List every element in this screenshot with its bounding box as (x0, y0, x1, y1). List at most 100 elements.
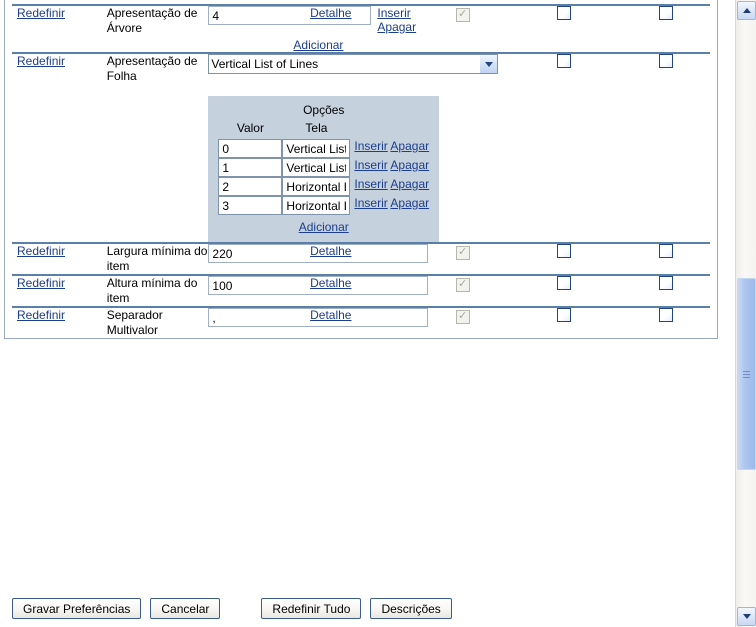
insert-link[interactable]: Inserir (354, 177, 387, 191)
insert-link[interactable]: Inserir (354, 196, 387, 210)
preferences-table: Redefinir Conectar cabos a itens Verdade… (5, 0, 717, 338)
table-row: Inserir Apagar (218, 196, 429, 215)
checkbox-cell-2 (514, 54, 616, 242)
field-cell: Inserir Apagar Adicionar (208, 6, 310, 52)
checkbox-cell-3 (615, 244, 717, 274)
checkbox-cell-3 (615, 54, 717, 242)
checkbox-option-b[interactable] (659, 54, 673, 68)
options-table: Valor Tela (218, 121, 429, 215)
field-cell (208, 276, 310, 306)
delete-link[interactable]: Apagar (390, 196, 429, 210)
checkbox-cell-2 (514, 6, 616, 52)
valor-cell (218, 139, 282, 158)
row-links: Inserir Apagar (377, 6, 416, 34)
option-row-links: Inserir Apagar (350, 177, 429, 196)
checkbox-option-b[interactable] (659, 276, 673, 290)
valor-cell (218, 177, 282, 196)
checkbox-locked: ✓ (456, 246, 470, 260)
reset-cell: Redefinir (5, 276, 107, 306)
option-valor-input[interactable] (218, 196, 282, 215)
option-tela-input[interactable] (282, 177, 350, 196)
cancel-button[interactable]: Cancelar (150, 598, 220, 619)
label-cell: Altura mínima do item (107, 276, 209, 306)
checkbox-option-a[interactable] (557, 6, 571, 20)
checkbox-option-a[interactable] (557, 276, 571, 290)
reset-all-button[interactable]: Redefinir Tudo (261, 598, 361, 619)
reset-link[interactable]: Redefinir (17, 6, 65, 20)
add-link[interactable]: Adicionar (293, 38, 343, 52)
option-tela-input[interactable] (282, 196, 350, 215)
label-cell: Apresentação de Árvore (107, 6, 209, 52)
checkbox-option-a[interactable] (557, 244, 571, 258)
column-header-valor: Valor (218, 121, 282, 139)
checkbox-cell-3 (615, 308, 717, 338)
pref-label: Separador Multivalor (107, 308, 163, 337)
scroll-up-button[interactable] (737, 1, 756, 20)
field-cell (208, 244, 310, 274)
chevron-down-icon (743, 614, 751, 619)
field-cell (208, 308, 310, 338)
checkbox-cell-1: ✓ (412, 6, 514, 52)
valor-cell (218, 196, 282, 215)
table-row: Inserir Apagar (218, 158, 429, 177)
checkbox-locked: ✓ (456, 8, 470, 22)
descriptions-button[interactable]: Descrições (370, 598, 451, 619)
apresentacao-folha-select-wrap: Vertical List of Lines (208, 54, 498, 74)
reset-link[interactable]: Redefinir (17, 54, 65, 68)
valor-cell (218, 158, 282, 177)
detail-link[interactable]: Detalhe (310, 244, 351, 258)
add-link[interactable]: Adicionar (299, 220, 349, 234)
delete-link[interactable]: Apagar (390, 139, 429, 153)
checkbox-cell-2 (514, 308, 616, 338)
field-cell: Vertical List of Lines Opções Valor Tela (208, 54, 310, 242)
option-valor-input[interactable] (218, 139, 282, 158)
reset-link[interactable]: Redefinir (17, 276, 65, 290)
pref-label: Tempo de Espera do Menu (107, 0, 201, 3)
checkbox-option-a[interactable] (557, 54, 571, 68)
pref-row-apresentacao-folha: Redefinir Apresentação de Folha Vertical… (5, 54, 717, 242)
reset-link[interactable]: Redefinir (17, 308, 65, 322)
vertical-scrollbar[interactable] (735, 0, 756, 627)
delete-link[interactable]: Apagar (390, 158, 429, 172)
insert-link[interactable]: Inserir (354, 158, 387, 172)
checkbox-cell-3 (615, 276, 717, 306)
checkbox-option-b[interactable] (659, 6, 673, 20)
pref-label: Altura mínima do item (107, 276, 198, 305)
pref-label: Apresentação de Folha (107, 54, 198, 83)
pref-label: Largura mínima do item (107, 244, 208, 273)
column-header-actions (350, 121, 429, 139)
label-cell: Separador Multivalor (107, 308, 209, 338)
tela-cell (282, 196, 350, 215)
detail-link[interactable]: Detalhe (310, 308, 351, 322)
checkbox-option-b[interactable] (659, 308, 673, 322)
reset-cell: Redefinir (5, 6, 107, 52)
option-valor-input[interactable] (218, 177, 282, 196)
option-tela-input[interactable] (282, 139, 350, 158)
column-header-tela: Tela (282, 121, 350, 139)
table-row: Inserir Apagar (218, 177, 429, 196)
checkbox-option-b[interactable] (659, 244, 673, 258)
grip-icon (743, 369, 750, 380)
detail-link[interactable]: Detalhe (310, 276, 351, 290)
insert-link[interactable]: Inserir (377, 6, 410, 20)
apresentacao-folha-select[interactable]: Vertical List of Lines (208, 54, 498, 74)
preferences-form: Redefinir Conectar cabos a itens Verdade… (4, 0, 718, 339)
option-tela-input[interactable] (282, 158, 350, 177)
option-row-links: Inserir Apagar (350, 139, 429, 158)
checkbox-option-a[interactable] (557, 308, 571, 322)
checkbox-locked: ✓ (456, 278, 470, 292)
delete-link[interactable]: Apagar (390, 177, 429, 191)
scroll-down-button[interactable] (737, 607, 756, 626)
scrollbar-thumb[interactable] (737, 278, 756, 470)
tela-cell (282, 177, 350, 196)
save-preferences-button[interactable]: Gravar Preferências (12, 598, 141, 619)
delete-link[interactable]: Apagar (377, 20, 416, 34)
reset-link[interactable]: Redefinir (17, 244, 65, 258)
insert-link[interactable]: Inserir (354, 139, 387, 153)
option-valor-input[interactable] (218, 158, 282, 177)
detail-link[interactable]: Detalhe (310, 6, 351, 20)
subpanel-add-row: Adicionar (218, 215, 429, 234)
checkbox-cell-3 (615, 6, 717, 52)
tela-cell (282, 158, 350, 177)
options-header-row: Valor Tela (218, 121, 429, 139)
